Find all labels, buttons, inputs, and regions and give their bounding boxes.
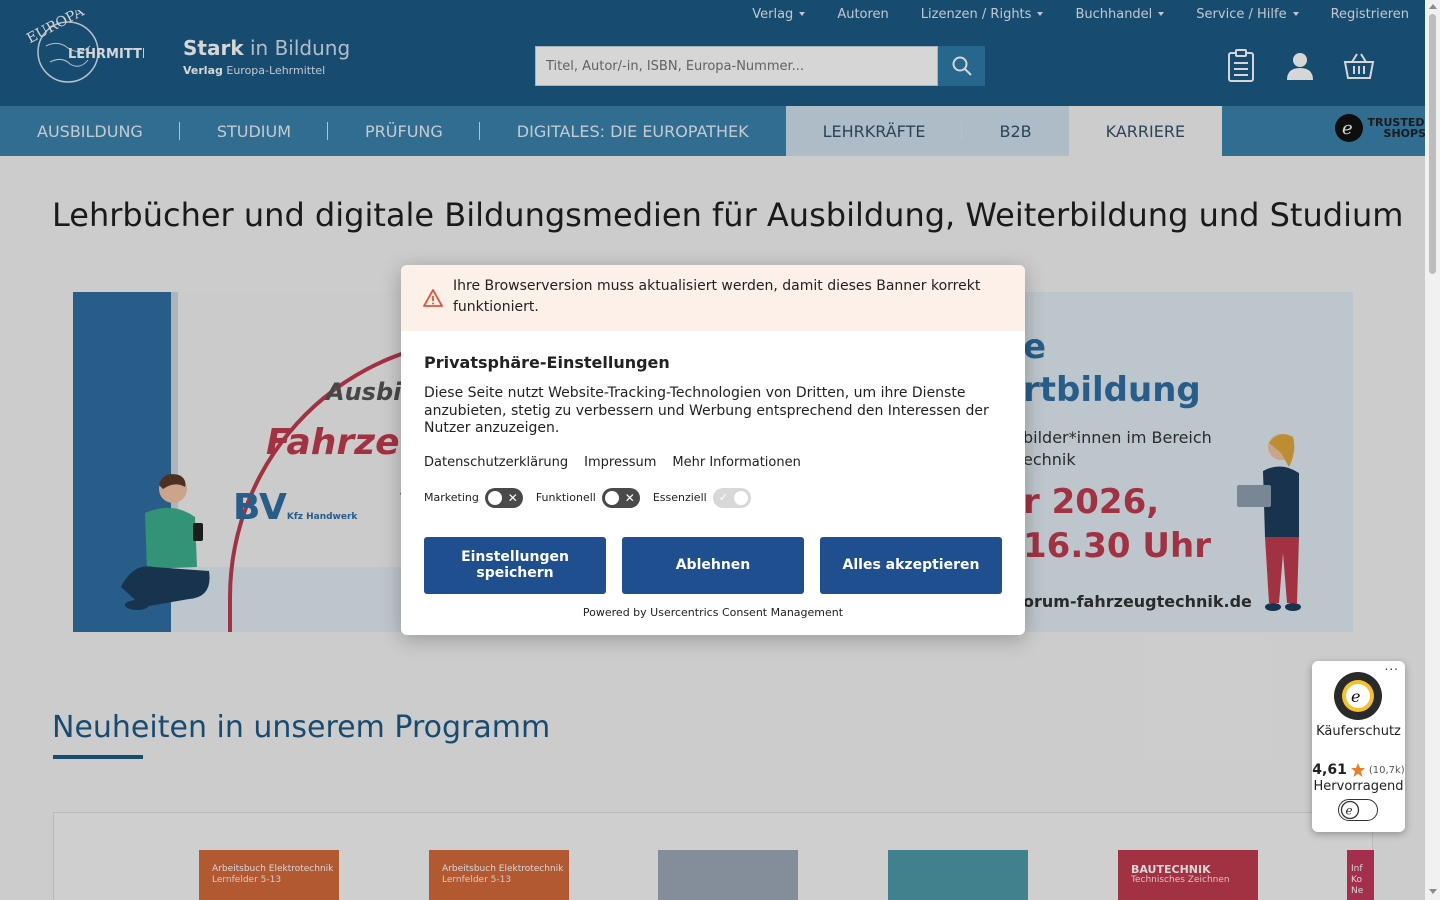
privacy-policy-link[interactable]: Datenschutzerklärung (424, 455, 568, 470)
save-settings-button[interactable]: Einstellungen speichern (424, 536, 606, 594)
marketing-toggle[interactable]: ✕ (484, 487, 523, 508)
consent-title: Privatsphäre-Einstellungen (424, 353, 670, 372)
trusted-shops-badge: e (1338, 799, 1378, 821)
more-info-link[interactable]: Mehr Informationen (672, 455, 800, 470)
functional-label: Funktionell (535, 491, 596, 504)
trusted-shops-seal-icon: e (1334, 672, 1382, 720)
consent-description: Diese Seite nutzt Website-Tracking-Techn… (424, 385, 989, 436)
rating-score: 4,61 (1312, 762, 1347, 778)
rating-count: (10,7k) (1368, 764, 1405, 776)
page-scrollbar[interactable] (1425, 0, 1440, 900)
accept-all-button[interactable]: Alles akzeptieren (820, 536, 1002, 594)
star-icon (1350, 763, 1365, 777)
consent-toggles: Marketing ✕ Funktionell ✕ Essenziell ✓ (424, 487, 1002, 508)
consent-buttons: Einstellungen speichern Ablehnen Alles a… (424, 536, 1002, 594)
toggle-check-icon: ✓ (718, 490, 728, 504)
widget-menu-icon[interactable]: ... (1385, 659, 1399, 673)
privacy-consent-modal: Ihre Browserversion muss aktualisiert we… (401, 265, 1025, 635)
consent-links: Datenschutzerklärung Impressum Mehr Info… (424, 455, 1002, 470)
essential-toggle: ✓ (712, 487, 751, 508)
warning-icon (423, 289, 443, 307)
functional-toggle[interactable]: ✕ (601, 487, 640, 508)
rating-label: Hervorragend (1313, 779, 1404, 794)
svg-text:e: e (1346, 804, 1353, 818)
svg-text:e: e (1351, 687, 1360, 706)
warning-text: Ihre Browserversion muss aktualisiert we… (453, 278, 981, 315)
reject-button[interactable]: Ablehnen (622, 536, 804, 594)
buyer-protection-label: Käuferschutz (1316, 724, 1401, 739)
scroll-up-icon[interactable] (1429, 4, 1437, 9)
browser-warning: Ihre Browserversion muss aktualisiert we… (401, 265, 1025, 331)
powered-by: Powered by Usercentrics Consent Manageme… (582, 605, 844, 619)
trusted-shops-widget[interactable]: ... e Käuferschutz 4,61 (10,7k) Hervorra… (1312, 659, 1405, 832)
toggle-off-icon: ✕ (624, 490, 635, 505)
trusted-shops-e-icon: e (1340, 800, 1360, 820)
rating-row: 4,61 (10,7k) (1312, 762, 1405, 778)
scroll-thumb[interactable] (1429, 14, 1436, 274)
essential-label: Essenziell (652, 491, 707, 504)
marketing-label: Marketing (424, 491, 479, 504)
imprint-link[interactable]: Impressum (584, 455, 656, 470)
scroll-down-icon[interactable] (1429, 889, 1437, 894)
toggle-off-icon: ✕ (507, 490, 518, 505)
